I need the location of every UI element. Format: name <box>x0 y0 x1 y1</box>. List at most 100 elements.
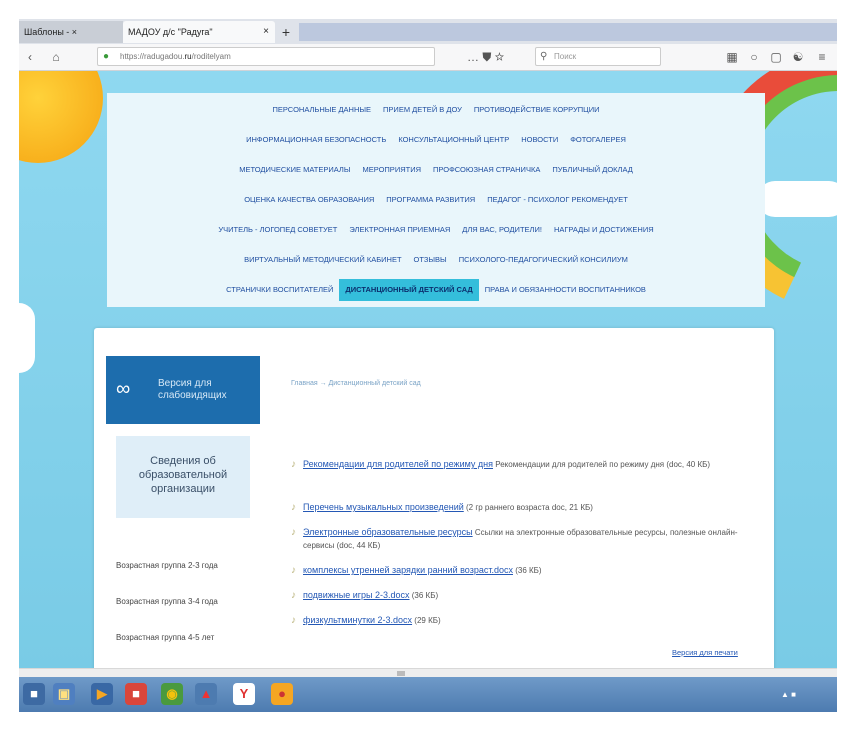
close-tab-icon[interactable]: × <box>263 21 269 43</box>
document-link[interactable]: подвижные игры 2-3.docx <box>303 590 410 600</box>
system-tray-icon[interactable]: ▲ ■ <box>781 690 796 699</box>
taskbar: ■ ▣ ▶ ■ ◉ ▲ Y ● ▲ ■ <box>19 677 837 712</box>
menu-item[interactable]: Электронная приемная <box>343 219 456 241</box>
player-icon[interactable]: ▶ <box>91 683 113 705</box>
cart-icon[interactable]: ☯ <box>789 48 807 66</box>
document-text: Электронные образовательные ресурсы Ссыл… <box>303 526 761 552</box>
menu-item[interactable]: Информационная безопасность <box>240 129 392 151</box>
tab-label: МАДОУ д/с "Радуга" <box>128 27 213 37</box>
files-icon[interactable]: ■ <box>125 683 147 705</box>
document-link[interactable]: Рекомендации для родителей по режиму дня <box>303 459 493 469</box>
sync-icon[interactable]: ○ <box>745 48 763 66</box>
document-icon: ♪ <box>291 565 296 576</box>
menu-row: Информационная безопасность Консультацион… <box>107 129 765 151</box>
menu-item[interactable]: Противодействие коррупции <box>468 99 606 121</box>
menu-item[interactable]: Награды и достижения <box>548 219 660 241</box>
menu-row: Персональные данные Прием детей в ДОУ Прот… <box>107 99 765 121</box>
url-bar[interactable]: ● https://radugadou.ru/roditelyam <box>97 47 435 66</box>
menu-item[interactable]: Прием детей в ДОУ <box>377 99 468 121</box>
document-icon: ♪ <box>291 615 296 626</box>
menu-item[interactable]: Странички воспитателей <box>220 279 339 301</box>
tab-label: Шаблоны - × <box>24 27 78 37</box>
menu-item[interactable]: Персональные данные <box>267 99 378 121</box>
menu-item[interactable]: Методические материалы <box>233 159 356 181</box>
menu-item[interactable]: Психолого-педагогический консилиум <box>453 249 634 271</box>
sidebar-group-link[interactable]: Возрастная группа 4-5 лет <box>116 632 214 644</box>
menu-item[interactable]: Дистанционный детский сад <box>339 279 479 301</box>
menu-item[interactable]: Профсоюзная страничка <box>427 159 546 181</box>
document-item: ♪ физкультминутки 2-3.docx (29 КБ) <box>291 614 761 627</box>
tab-bar: Шаблоны - × МАДОУ д/с "Радуга" × + <box>19 19 837 44</box>
org-info-label: Сведения об образовательной организации <box>138 455 228 495</box>
document-link[interactable]: Перечень музыкальных произведений <box>303 502 464 512</box>
search-input[interactable]: ⚲ Поиск <box>535 47 661 66</box>
start-icon[interactable]: ■ <box>23 683 45 705</box>
document-description: (36 КБ) <box>411 591 439 600</box>
print-version-link[interactable]: Версия для печати <box>672 648 738 657</box>
document-item: ♪ Перечень музыкальных произведений (2 гр… <box>291 501 761 514</box>
library-icon[interactable]: ▦ <box>723 48 741 66</box>
url-text: https://radugadou.ru/roditelyam <box>120 52 231 61</box>
document-item: ♪ Рекомендации для родителей по режиму дн… <box>291 458 761 471</box>
org-info-button[interactable]: Сведения об образовательной организации <box>116 436 250 518</box>
low-vision-button[interactable]: ∞ Версия для слабовидящих <box>106 356 260 424</box>
document-description: (36 КБ) <box>515 566 542 575</box>
menu-item[interactable]: Оценка качества образования <box>238 189 380 211</box>
menu-item[interactable]: Мероприятия <box>357 159 428 181</box>
navigation-bar: ‹ ⌂ ● https://radugadou.ru/roditelyam … … <box>19 44 837 71</box>
new-tab-button[interactable]: + <box>277 23 295 41</box>
menu-item[interactable]: Консультационный центр <box>392 129 515 151</box>
yandex-icon[interactable]: Y <box>233 683 255 705</box>
search-placeholder: Поиск <box>554 52 577 61</box>
document-item: ♪ комплексы утренней зарядки ранний возра… <box>291 564 761 577</box>
document-icon: ♪ <box>291 527 296 538</box>
chrome-icon[interactable]: ◉ <box>161 683 183 705</box>
tab-active[interactable]: МАДОУ д/с "Радуга" × <box>123 21 275 43</box>
menu-item[interactable]: Педагог - психолог рекомендует <box>481 189 634 211</box>
menu-item[interactable]: Отзывы <box>408 249 453 271</box>
browser-window: Шаблоны - × МАДОУ д/с "Радуга" × + ‹ ⌂ ●… <box>19 19 837 712</box>
menu-item[interactable]: Учитель - логопед советует <box>212 219 343 241</box>
document-link[interactable]: комплексы утренней зарядки ранний возрас… <box>303 565 513 575</box>
cloud-decoration <box>19 303 35 373</box>
document-description: (29 КБ) <box>414 616 441 625</box>
explorer-icon[interactable]: ▣ <box>53 683 75 705</box>
scrollbar-thumb[interactable] <box>397 671 405 676</box>
menu-item[interactable]: Виртуальный методический кабинет <box>238 249 407 271</box>
menu-item[interactable]: Новости <box>515 129 564 151</box>
document-link[interactable]: физкультминутки 2-3.docx <box>303 615 412 625</box>
home-icon[interactable]: ⌂ <box>47 48 65 66</box>
menu-item[interactable]: Права и обязанности воспитанников <box>479 279 652 301</box>
sun-decoration <box>19 71 103 163</box>
menu-row: Странички воспитателей Дистанционный детс… <box>107 279 765 301</box>
menu-item[interactable]: Программа развития <box>380 189 481 211</box>
app-icon[interactable]: ▲ <box>195 683 217 705</box>
content-panel: ∞ Версия для слабовидящих Сведения об об… <box>94 328 774 668</box>
tab-inactive[interactable]: Шаблоны - × <box>19 21 123 43</box>
sidebar-group-link[interactable]: Возрастная группа 3-4 года <box>116 596 218 608</box>
back-icon[interactable]: ‹ <box>21 48 39 66</box>
menu-item[interactable]: Для вас, родители! <box>456 219 548 241</box>
firefox-icon[interactable]: ● <box>271 683 293 705</box>
main-menu: Персональные данные Прием детей в ДОУ Прот… <box>107 93 765 307</box>
sidebar-group-link[interactable]: Возрастная группа 2-3 года <box>116 560 218 572</box>
low-vision-label: Версия для слабовидящих <box>158 378 227 401</box>
document-item: ♪ Электронные образовательные ресурсы Ссы… <box>291 526 761 552</box>
document-text: Перечень музыкальных произведений (2 гр … <box>303 501 761 514</box>
breadcrumb[interactable]: Главная → Дистанционный детский сад <box>291 380 421 387</box>
menu-item[interactable]: Фотогалерея <box>564 129 632 151</box>
lock-icon: ● <box>103 51 110 62</box>
tab-strip-space <box>299 23 837 41</box>
document-text: комплексы утренней зарядки ранний возрас… <box>303 564 761 577</box>
document-icon: ♪ <box>291 459 296 470</box>
page-actions[interactable]: … ⛊ ☆ <box>467 48 504 66</box>
sidebar-icon[interactable]: ▢ <box>767 48 785 66</box>
document-text: подвижные игры 2-3.docx (36 КБ) <box>303 589 761 602</box>
menu-icon[interactable]: ≡ <box>813 48 831 66</box>
menu-item[interactable]: Публичный доклад <box>546 159 638 181</box>
document-icon: ♪ <box>291 502 296 513</box>
document-icon: ♪ <box>291 590 296 601</box>
document-description: (2 гр раннего возраста doc, 21 КБ) <box>466 503 593 512</box>
menu-row: Методические материалы Мероприятия Профсою… <box>107 159 765 181</box>
document-link[interactable]: Электронные образовательные ресурсы <box>303 527 473 537</box>
